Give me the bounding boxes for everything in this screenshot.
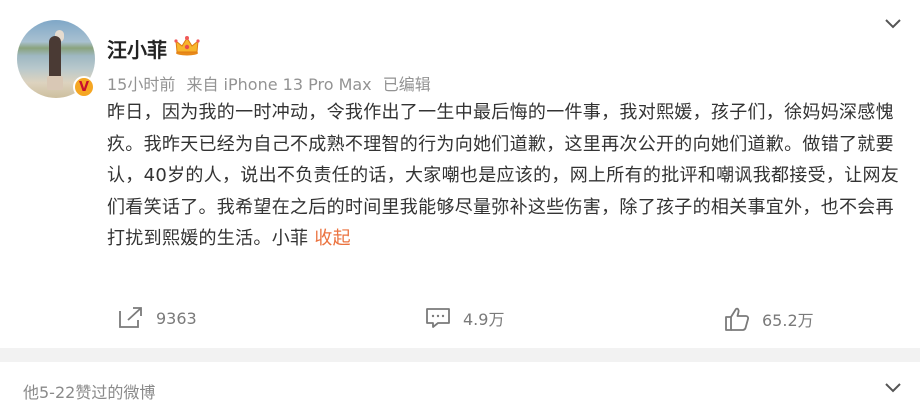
collapse-link[interactable]: 收起 <box>314 228 351 249</box>
verified-badge-icon: V <box>73 76 95 98</box>
comment-icon <box>426 308 450 328</box>
post-body: 昨日，因为我的一时冲动，令我作出了一生中最后悔的一件事，我对熙媛，孩子们，徐妈妈… <box>107 97 907 255</box>
post-time[interactable]: 15小时前 <box>107 75 175 94</box>
repost-button[interactable]: 9363 <box>118 306 197 330</box>
expand-chevron-icon[interactable] <box>884 382 902 394</box>
edited-label[interactable]: 已编辑 <box>383 75 431 94</box>
post-meta: 15小时前 来自 iPhone 13 Pro Max 已编辑 <box>107 71 437 95</box>
action-bar: 9363 4.9万 65.2万 <box>0 302 920 338</box>
like-button[interactable]: 65.2万 <box>724 306 814 332</box>
weibo-page: V 汪小菲 15小时前 来自 iPhone 13 Pro Max 已编辑 昨日，… <box>0 0 920 413</box>
section-divider <box>0 348 920 362</box>
like-count: 65.2万 <box>762 311 814 330</box>
crown-icon <box>174 36 200 56</box>
user-avatar[interactable]: V <box>17 20 95 98</box>
post-card: V 汪小菲 15小时前 来自 iPhone 13 Pro Max 已编辑 昨日，… <box>0 0 920 348</box>
comment-button[interactable]: 4.9万 <box>425 306 504 330</box>
avatar-legs <box>47 76 63 90</box>
liked-posts-section[interactable]: 他5-22赞过的微博 <box>0 362 920 413</box>
liked-posts-label: 他5-22赞过的微博 <box>23 383 156 402</box>
comment-count: 4.9万 <box>463 310 505 329</box>
thumbs-up-icon <box>725 307 750 331</box>
post-text: 昨日，因为我的一时冲动，令我作出了一生中最后悔的一件事，我对熙媛，孩子们，徐妈妈… <box>107 102 900 249</box>
repost-count: 9363 <box>156 308 197 328</box>
avatar-person-figure <box>49 36 61 80</box>
username[interactable]: 汪小菲 <box>107 34 167 63</box>
more-options-chevron-icon[interactable] <box>884 18 902 30</box>
repost-icon <box>119 307 142 328</box>
post-source: 来自 iPhone 13 Pro Max <box>186 75 372 94</box>
